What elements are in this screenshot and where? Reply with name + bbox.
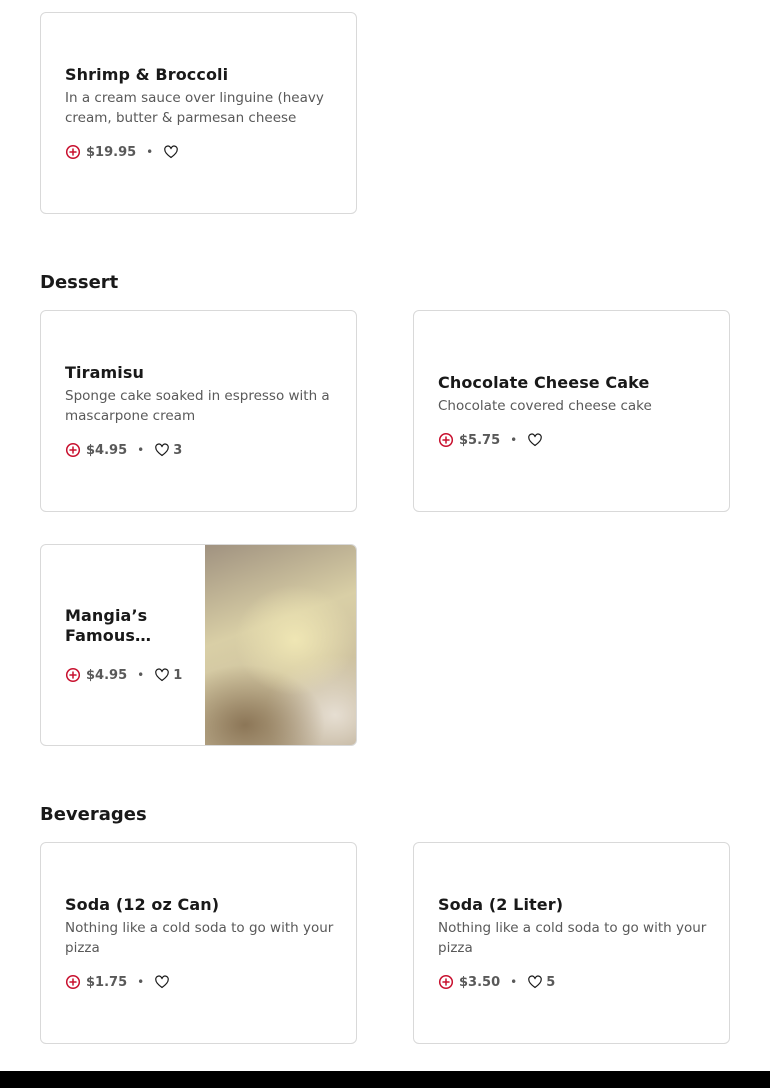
item-title: Chocolate Cheese Cake	[438, 373, 650, 392]
like-button[interactable]: 5	[527, 974, 555, 990]
plus-circle-icon[interactable]	[65, 974, 81, 990]
card-content: Soda (2 Liter) Nothing like a cold soda …	[438, 843, 709, 1043]
item-price: $4.95	[86, 442, 128, 458]
separator-dot: •	[137, 668, 145, 682]
heart-icon	[164, 145, 179, 159]
like-button[interactable]	[154, 974, 173, 990]
item-meta: $5.75 •	[438, 431, 709, 449]
separator-dot: •	[510, 433, 518, 447]
heart-icon	[528, 433, 543, 447]
page-footer	[0, 1071, 770, 1088]
plus-circle-icon[interactable]	[438, 432, 454, 448]
menu-item-card-shrimp-broccoli[interactable]: Shrimp & Broccoli In a cream sauce over …	[40, 12, 357, 214]
separator-dot: •	[146, 145, 154, 159]
item-title: Soda (12 oz Can)	[65, 895, 220, 914]
like-count: 5	[546, 974, 556, 990]
card-content: Tiramisu Sponge cake soaked in espresso …	[65, 311, 336, 511]
plus-circle-icon[interactable]	[438, 974, 454, 990]
card-content: Soda (12 oz Can) Nothing like a cold sod…	[65, 843, 336, 1043]
card-content: Mangia’s Famous… $4.95 • 1	[65, 545, 186, 745]
section-title-beverages: Beverages	[40, 804, 147, 825]
item-title: Tiramisu	[65, 363, 144, 382]
menu-item-card-tiramisu[interactable]: Tiramisu Sponge cake soaked in espresso …	[40, 310, 357, 512]
item-meta: $1.75 •	[65, 973, 336, 991]
item-description: Chocolate covered cheese cake	[438, 398, 652, 414]
section-title-dessert: Dessert	[40, 272, 119, 293]
menu-item-card-mangias-famous[interactable]: Mangia’s Famous… $4.95 • 1	[40, 544, 357, 746]
menu-item-card-soda-2-liter[interactable]: Soda (2 Liter) Nothing like a cold soda …	[413, 842, 730, 1044]
heart-icon	[155, 975, 170, 989]
item-description: Nothing like a cold soda to go with your…	[65, 920, 334, 956]
item-meta: $4.95 • 1	[65, 666, 186, 684]
card-content: Chocolate Cheese Cake Chocolate covered …	[438, 311, 709, 511]
item-photo	[205, 545, 356, 745]
like-button[interactable]	[163, 144, 182, 160]
menu-item-card-soda-can[interactable]: Soda (12 oz Can) Nothing like a cold sod…	[40, 842, 357, 1044]
like-count: 1	[173, 667, 183, 683]
item-title: Mangia’s Famous…	[65, 606, 152, 645]
item-price: $5.75	[459, 432, 501, 448]
like-count: 3	[173, 442, 183, 458]
separator-dot: •	[137, 443, 145, 457]
menu-item-card-chocolate-cheese-cake[interactable]: Chocolate Cheese Cake Chocolate covered …	[413, 310, 730, 512]
plus-circle-icon[interactable]	[65, 667, 81, 683]
plus-circle-icon[interactable]	[65, 442, 81, 458]
like-button[interactable]: 1	[154, 667, 182, 683]
like-button[interactable]: 3	[154, 442, 182, 458]
item-title: Soda (2 Liter)	[438, 895, 564, 914]
heart-icon	[528, 975, 543, 989]
item-description: In a cream sauce over linguine (heavy cr…	[65, 90, 324, 126]
item-price: $3.50	[459, 974, 501, 990]
like-button[interactable]	[527, 432, 546, 448]
separator-dot: •	[137, 975, 145, 989]
item-price: $4.95	[86, 667, 128, 683]
heart-icon	[155, 443, 170, 457]
plus-circle-icon[interactable]	[65, 144, 81, 160]
separator-dot: •	[510, 975, 518, 989]
heart-icon	[155, 668, 170, 682]
item-price: $19.95	[86, 144, 137, 160]
item-description: Sponge cake soaked in espresso with a ma…	[65, 388, 330, 424]
item-meta: $4.95 • 3	[65, 441, 336, 459]
item-title: Shrimp & Broccoli	[65, 65, 229, 84]
item-meta: $19.95 •	[65, 143, 336, 161]
item-price: $1.75	[86, 974, 128, 990]
item-meta: $3.50 • 5	[438, 973, 709, 991]
card-content: Shrimp & Broccoli In a cream sauce over …	[65, 13, 336, 213]
item-description: Nothing like a cold soda to go with your…	[438, 920, 707, 956]
